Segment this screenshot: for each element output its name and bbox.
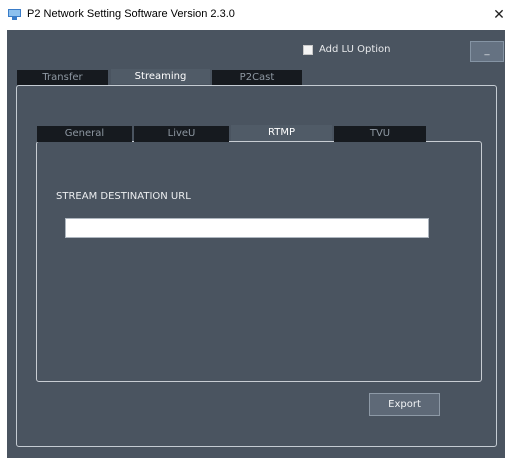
minimize-button[interactable]: _ xyxy=(470,41,504,62)
subtab-general[interactable]: General xyxy=(37,126,132,142)
add-lu-checkbox[interactable] xyxy=(303,45,313,55)
title-bar: P2 Network Setting Software Version 2.3.… xyxy=(0,0,515,30)
close-button[interactable]: ✕ xyxy=(488,4,510,26)
tab-transfer[interactable]: Transfer xyxy=(17,70,108,85)
export-button[interactable]: Export xyxy=(369,393,440,416)
subtab-rtmp[interactable]: RTMP xyxy=(231,125,332,141)
tab-streaming[interactable]: Streaming xyxy=(111,69,210,84)
tab-p2cast[interactable]: P2Cast xyxy=(212,70,302,85)
window-title: P2 Network Setting Software Version 2.3.… xyxy=(27,8,235,20)
stream-url-label: STREAM DESTINATION URL xyxy=(56,191,191,202)
rtmp-panel xyxy=(36,141,482,382)
subtab-tvu[interactable]: TVU xyxy=(334,126,426,142)
app-icon xyxy=(8,9,21,20)
subtab-liveu[interactable]: LiveU xyxy=(134,126,229,142)
add-lu-label: Add LU Option xyxy=(319,44,391,55)
stream-url-input[interactable] xyxy=(65,218,429,238)
